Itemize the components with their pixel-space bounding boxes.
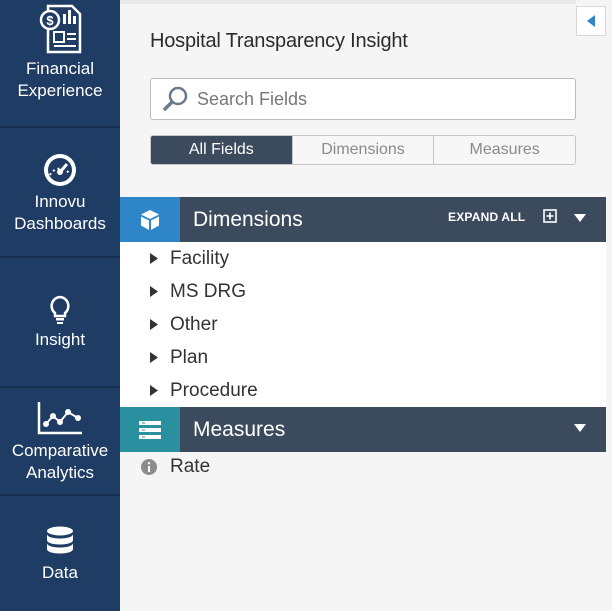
top-divider — [120, 0, 576, 4]
search-input[interactable] — [197, 88, 557, 110]
dimension-item-other[interactable]: Other — [120, 308, 606, 341]
nav-item-label: Financial Experience — [17, 59, 103, 100]
dimensions-header[interactable]: Dimensions EXPAND ALL — [120, 197, 606, 242]
dimension-label: Procedure — [170, 379, 258, 401]
dimension-item-procedure[interactable]: Procedure — [120, 374, 606, 407]
caret-down-icon[interactable] — [574, 213, 586, 223]
tab-measures[interactable]: Measures — [433, 136, 575, 164]
tab-all-fields[interactable]: All Fields — [151, 136, 292, 164]
measures-list: Rate — [120, 452, 606, 484]
nav-item-label: Comparative Analytics — [11, 441, 109, 482]
dimension-label: MS DRG — [170, 280, 246, 302]
caret-right-icon — [150, 286, 158, 297]
measure-item-rate[interactable]: Rate — [120, 452, 606, 482]
caret-right-icon — [150, 385, 158, 396]
measure-label: Rate — [170, 456, 211, 477]
measures-icon-box — [120, 407, 180, 452]
dimensions-list: Facility MS DRG Other Plan Procedure — [120, 242, 606, 407]
dimension-label: Other — [170, 313, 218, 335]
expand-all-button[interactable]: EXPAND ALL — [448, 210, 525, 224]
dimension-label: Plan — [170, 346, 209, 368]
measures-header[interactable]: Measures — [120, 407, 606, 452]
nav-item-data[interactable]: Data — [0, 498, 120, 611]
caret-right-icon — [150, 352, 158, 363]
dimension-item-ms-drg[interactable]: MS DRG — [120, 275, 606, 308]
measures-title: Measures — [193, 417, 286, 441]
financial-report-icon: $ — [39, 4, 82, 54]
tab-dimensions[interactable]: Dimensions — [291, 136, 434, 164]
add-square-icon[interactable] — [543, 209, 557, 223]
caret-down-icon[interactable] — [574, 423, 586, 433]
field-filter-tabs: All Fields Dimensions Measures — [150, 135, 576, 165]
svg-text:$: $ — [46, 13, 54, 28]
nav-item-label: Innovu Dashboards — [14, 192, 106, 233]
lightbulb-icon — [50, 295, 70, 324]
panel-title: Hospital Transparency Insight — [150, 30, 408, 52]
cube-icon — [141, 209, 159, 230]
dimensions-title: Dimensions — [193, 207, 303, 231]
info-icon — [141, 459, 157, 475]
nav-item-label: Data — [42, 562, 78, 582]
caret-right-icon — [150, 319, 158, 330]
caret-left-icon — [587, 15, 595, 27]
database-icon — [47, 526, 73, 553]
dimension-item-plan[interactable]: Plan — [120, 341, 606, 374]
search-box[interactable] — [150, 78, 576, 120]
nav-item-comparative-analytics[interactable]: Comparative Analytics — [0, 390, 120, 496]
nav-item-innovu-dashboards[interactable]: Innovu Dashboards — [0, 130, 120, 258]
dimensions-icon-box — [120, 197, 180, 242]
gauge-icon — [44, 154, 76, 186]
caret-right-icon — [150, 253, 158, 264]
list-icon — [139, 420, 161, 439]
field-panel: Hospital Transparency Insight All Fields… — [120, 0, 612, 611]
line-chart-icon — [37, 402, 82, 435]
dimension-item-facility[interactable]: Facility — [120, 242, 606, 275]
nav-item-insight[interactable]: Insight — [0, 260, 120, 388]
left-nav: $ Financial Experience Innovu Dashboards… — [0, 0, 120, 611]
nav-item-label: Insight — [34, 330, 86, 349]
collapse-panel-button[interactable] — [576, 6, 606, 36]
nav-item-financial-experience[interactable]: $ Financial Experience — [0, 0, 120, 128]
search-icon — [163, 86, 188, 111]
dimension-label: Facility — [170, 247, 230, 269]
